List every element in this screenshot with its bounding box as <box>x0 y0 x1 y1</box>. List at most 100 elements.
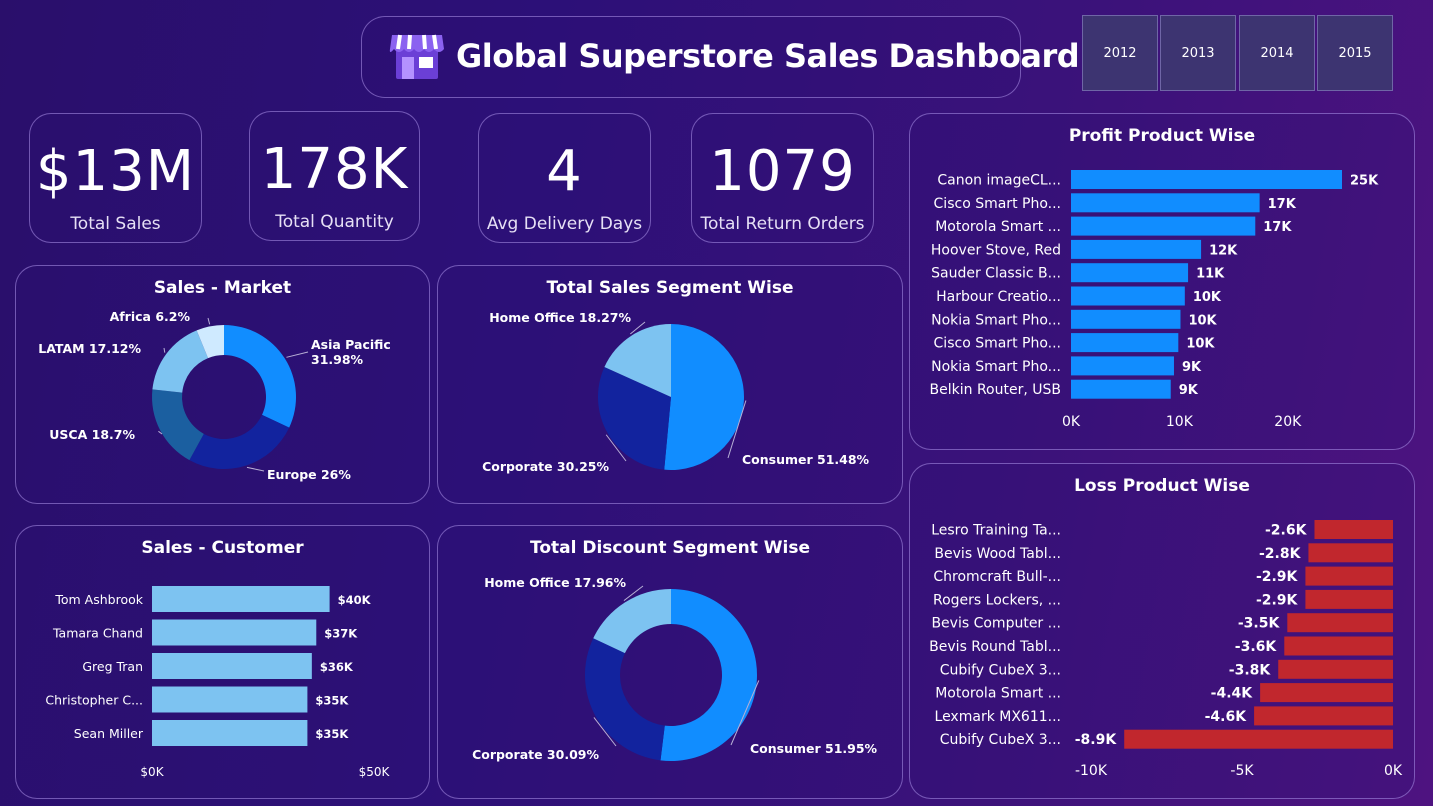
data-label: -2.9K <box>1256 569 1299 585</box>
bar <box>1071 216 1256 236</box>
category-label: Bevis Wood Tabl... <box>934 546 1061 562</box>
data-label: $40K <box>338 593 372 607</box>
kpi-total-quantity-card: 178K Total Quantity <box>249 111 420 241</box>
tick-label: -5K <box>1230 763 1254 779</box>
year-filter-2013[interactable]: 2013 <box>1160 15 1236 91</box>
category-label: Cisco Smart Pho... <box>934 196 1061 212</box>
loss-product-chart: Lesro Training Ta... -2.6K Bevis Wood Tabl… <box>929 520 1403 779</box>
data-label: Europe 26% <box>267 467 351 482</box>
sales-market-chart: Asia Pacific31.98% Europe 26% USCA 18.7% LA… <box>38 309 391 482</box>
bar <box>1071 379 1171 399</box>
tick-label: 10K <box>1166 414 1194 430</box>
category-label: Bevis Computer ... <box>931 616 1061 632</box>
bar <box>1254 706 1393 726</box>
discount-segment-chart: Consumer 51.95% Corporate 30.09% Home Offi… <box>472 575 878 762</box>
bar <box>1308 543 1393 563</box>
slice-consumer <box>664 324 745 470</box>
bar <box>1071 263 1189 283</box>
data-label: $37K <box>324 627 358 641</box>
data-label: $35K <box>315 727 349 741</box>
page-title: Global Superstore Sales Dashboard <box>456 37 1080 75</box>
category-label: Harbour Creatio... <box>936 289 1061 305</box>
leader-line <box>163 347 166 353</box>
kpi-label: Avg Delivery Days <box>486 214 643 234</box>
tick-label: $0K <box>140 765 164 779</box>
slice-asia-pacific <box>224 325 297 428</box>
loss-product-card: Loss Product Wise Lesro Training Ta... -2… <box>909 463 1415 799</box>
data-label: Home Office 18.27% <box>489 310 631 325</box>
bar <box>152 686 308 713</box>
bar <box>1284 636 1393 656</box>
kpi-avg-delivery-card: 4 Avg Delivery Days <box>478 113 651 243</box>
kpi-value: $13M <box>35 139 196 204</box>
bar <box>1305 566 1393 586</box>
kpi-value: 178K <box>260 137 409 202</box>
bar <box>152 720 308 746</box>
category-label: Cisco Smart Pho... <box>934 336 1061 352</box>
data-label: -2.8K <box>1259 546 1302 562</box>
kpi-label: Total Sales <box>70 214 161 234</box>
tick-label: 0K <box>1062 414 1081 430</box>
category-label: Christopher C... <box>45 693 143 708</box>
slice-europe <box>189 414 290 469</box>
category-label: Belkin Router, USB <box>930 382 1061 398</box>
bar <box>1071 193 1260 213</box>
slice-latam <box>152 330 209 393</box>
data-label: -3.8K <box>1229 662 1272 678</box>
profit-product-card: Profit Product Wise Canon imageCL... 25K C… <box>909 113 1415 450</box>
data-label: Consumer 51.48% <box>742 452 870 467</box>
data-label: -3.5K <box>1238 616 1281 632</box>
data-label: 9K <box>1182 360 1202 375</box>
category-label: Tom Ashbrook <box>54 592 143 607</box>
data-label: -2.6K <box>1265 523 1308 539</box>
profit-product-chart: Canon imageCL... 25K Cisco Smart Pho... 17K… <box>930 170 1379 430</box>
year-filter-2015[interactable]: 2015 <box>1317 15 1393 91</box>
data-label: 10K <box>1188 313 1217 328</box>
category-label: Canon imageCL... <box>937 173 1061 189</box>
kpi-total-sales-card: $13M Total Sales <box>29 113 202 243</box>
tick-label: 0K <box>1384 763 1403 779</box>
bar <box>1071 170 1342 189</box>
year-filter-2014[interactable]: 2014 <box>1239 15 1315 91</box>
data-label: Consumer 51.95% <box>750 741 878 756</box>
category-label: Hoover Stove, Red <box>931 242 1061 258</box>
data-label: 25K <box>1350 174 1379 189</box>
bar <box>1071 356 1174 376</box>
category-label: Motorola Smart ... <box>935 686 1061 702</box>
store-icon <box>389 34 444 79</box>
category-label: Cubify CubeX 3... <box>940 732 1061 748</box>
category-label: Chromcraft Bull-... <box>933 569 1061 585</box>
data-label: LATAM 17.12% <box>38 341 141 356</box>
leader-line <box>286 351 309 358</box>
category-label: Tamara Chand <box>52 626 143 641</box>
data-label: Asia Pacific <box>311 337 391 352</box>
data-label: -8.9K <box>1075 732 1118 748</box>
category-label: Sauder Classic B... <box>931 266 1061 282</box>
data-label: 9K <box>1179 383 1199 398</box>
sales-segment-card: Total Sales Segment Wise Consumer 51.48%… <box>437 265 903 504</box>
sales-customer-chart: Tom Ashbrook $40K Tamara Chand $37K Greg Tra… <box>45 586 391 779</box>
bar <box>152 619 317 646</box>
bar <box>1287 613 1393 633</box>
category-label: Bevis Round Tabl... <box>929 639 1061 655</box>
kpi-total-returns-card: 1079 Total Return Orders <box>691 113 874 243</box>
kpi-value: 4 <box>546 139 583 204</box>
discount-segment-card: Total Discount Segment Wise Consumer 51.… <box>437 525 903 799</box>
category-label: Nokia Smart Pho... <box>931 312 1061 328</box>
data-label: -3.6K <box>1235 639 1278 655</box>
bar <box>1071 286 1185 306</box>
data-label: Corporate 30.09% <box>472 747 599 762</box>
bar <box>1278 659 1393 679</box>
year-filter-2012[interactable]: 2012 <box>1082 15 1158 91</box>
dashboard-title-box: Global Superstore Sales Dashboard <box>361 16 1080 98</box>
data-label: 11K <box>1196 267 1225 282</box>
bar <box>1071 333 1179 353</box>
data-label: Home Office 17.96% <box>484 575 626 590</box>
data-label: -4.6K <box>1205 709 1248 725</box>
bar <box>152 653 312 679</box>
category-label: Sean Miller <box>74 726 144 741</box>
data-label: -4.4K <box>1211 686 1254 702</box>
data-label: 17K <box>1268 197 1297 212</box>
category-label: Rogers Lockers, ... <box>933 592 1061 608</box>
bar <box>152 586 330 612</box>
